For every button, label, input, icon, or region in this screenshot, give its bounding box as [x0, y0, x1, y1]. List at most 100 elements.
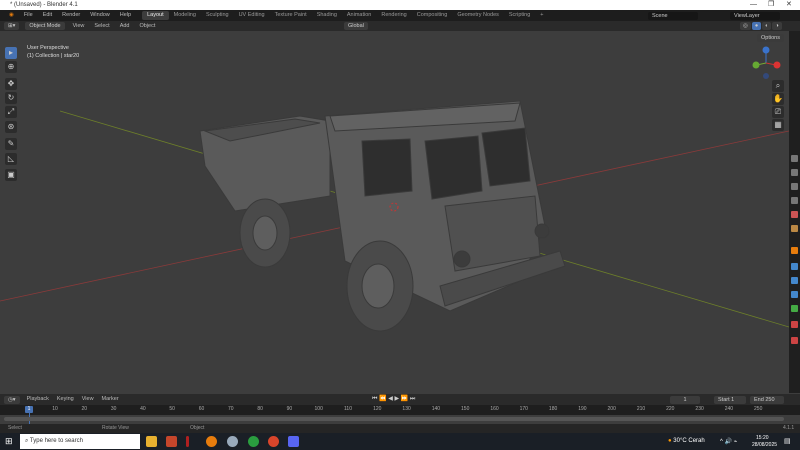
tab-geometry-nodes[interactable]: Geometry Nodes	[452, 11, 504, 20]
annotate-tool-icon[interactable]: ✎	[5, 138, 17, 150]
add-cube-tool-icon[interactable]: ▣	[5, 169, 17, 181]
tab-rendering[interactable]: Rendering	[376, 11, 411, 20]
close-button[interactable]: ✕	[786, 0, 792, 10]
search-placeholder: Type here to search	[29, 438, 83, 444]
menu-keying[interactable]: Keying	[56, 394, 75, 405]
mode-selector[interactable]: Object Mode	[25, 22, 65, 30]
tab-texture-paint[interactable]: Texture Paint	[270, 11, 312, 20]
tab-shading[interactable]: Shading	[312, 11, 342, 20]
tab-sculpting[interactable]: Sculpting	[201, 11, 234, 20]
grid-view-icon[interactable]: ▦	[772, 119, 784, 131]
chrome-icon-2[interactable]	[268, 436, 279, 447]
scene-selector[interactable]: Scene	[648, 11, 698, 20]
blender-logo-icon[interactable]: ◉	[4, 10, 19, 21]
playback-controls[interactable]: ⏮ ⏪ ◀ ▶ ⏩ ⏭	[372, 395, 415, 403]
object-properties-icon[interactable]	[791, 247, 798, 254]
timeline-tick-label: 80	[257, 406, 263, 412]
menu-marker[interactable]: Marker	[101, 394, 120, 405]
timeline-scrollbar[interactable]	[4, 417, 784, 421]
version-label: 4.1.1	[783, 425, 795, 431]
menu-render[interactable]: Render	[57, 10, 85, 21]
notification-icon[interactable]: ▤	[784, 437, 791, 445]
view-layer-selector[interactable]: ViewLayer	[730, 11, 780, 20]
tab-uv-editing[interactable]: UV Editing	[234, 11, 270, 20]
timeline-tick-label: 200	[607, 406, 616, 412]
app-icon[interactable]	[166, 436, 177, 447]
move-tool-icon[interactable]: ✥	[5, 78, 17, 90]
maximize-button[interactable]: ❐	[768, 0, 774, 10]
tray-icons[interactable]: ^ 🔊 ⌁	[720, 438, 737, 445]
3d-viewport[interactable]: User Perspective (1) Collection | star20…	[0, 31, 789, 393]
rendered-shading-icon[interactable]: ◑	[772, 22, 782, 30]
timeline-editor-type[interactable]: ◷▾	[4, 395, 20, 404]
material-properties-icon[interactable]	[791, 321, 798, 328]
pan-hand-icon[interactable]: ✋	[772, 93, 784, 105]
solid-shading-icon[interactable]: ●	[751, 22, 762, 30]
viewport-collection-label: (1) Collection | star20	[27, 53, 80, 59]
wireframe-shading-icon[interactable]: ◎	[740, 22, 751, 30]
timeline-tick-label: 220	[666, 406, 675, 412]
chrome-icon[interactable]	[248, 436, 259, 447]
timeline-tick-label: 90	[286, 406, 293, 412]
frame-cursor[interactable]: 1	[25, 406, 33, 413]
view-layer-properties-icon[interactable]	[791, 197, 798, 204]
rotate-tool-icon[interactable]: ↻	[5, 92, 17, 104]
end-value: 250	[765, 396, 775, 403]
tab-layout[interactable]: Layout	[142, 11, 169, 20]
options-dropdown[interactable]: Options	[757, 34, 784, 42]
clock-date[interactable]: 28/08/2025	[752, 442, 777, 448]
output-properties-icon[interactable]	[791, 183, 798, 190]
menu-window[interactable]: Window	[85, 10, 115, 21]
timeline-ruler[interactable]: 1 10 20 30 40 50 60 70 80 90 100 110 120 130 140 150 16…	[0, 405, 800, 433]
menu-edit[interactable]: Edit	[38, 10, 57, 21]
taskbar-search-box[interactable]: ⌕ Type here to search	[20, 434, 140, 449]
tab-modeling[interactable]: Modeling	[169, 11, 201, 20]
particles-properties-icon[interactable]	[791, 277, 798, 284]
shading-modes[interactable]: ◎ ● ◐ ◑	[740, 22, 782, 30]
app-icon-3[interactable]	[227, 436, 238, 447]
physics-properties-icon[interactable]	[791, 291, 798, 298]
tab-compositing[interactable]: Compositing	[412, 11, 453, 20]
cursor-tool-icon[interactable]: ⊕	[5, 61, 17, 73]
menu-timeline-view[interactable]: View	[81, 394, 95, 405]
weather-widget[interactable]: ● 30°C Cerah	[668, 438, 705, 444]
measure-tool-icon[interactable]: ◺	[5, 153, 17, 165]
scale-tool-icon[interactable]: ⤢	[5, 106, 17, 118]
tool-properties-icon[interactable]	[791, 155, 798, 162]
discord-icon[interactable]	[288, 436, 299, 447]
world-properties-icon[interactable]	[791, 225, 798, 232]
material-shading-icon[interactable]: ◐	[762, 22, 772, 30]
timeline-tick-label: 230	[695, 406, 704, 412]
windows-start-icon[interactable]: ⊞	[5, 436, 13, 447]
transform-tool-icon[interactable]: ⊛	[5, 121, 17, 133]
transform-orientation[interactable]: Global	[344, 22, 368, 30]
texture-properties-icon[interactable]	[791, 337, 798, 344]
minimize-button[interactable]: —	[750, 0, 757, 10]
start-frame-field[interactable]: Start 1	[714, 395, 746, 404]
camera-view-icon[interactable]: ⎚	[772, 106, 784, 118]
blender-taskbar-icon[interactable]	[206, 436, 217, 447]
menu-add[interactable]: Add	[118, 21, 132, 32]
menu-help[interactable]: Help	[115, 10, 136, 21]
tab-animation[interactable]: Animation	[342, 11, 376, 20]
end-frame-field[interactable]: End 250	[750, 395, 784, 404]
timeline-tick-label: 110	[344, 406, 352, 412]
data-properties-icon[interactable]	[791, 305, 798, 312]
render-properties-icon[interactable]	[791, 169, 798, 176]
modifier-properties-icon[interactable]	[791, 263, 798, 270]
menu-select[interactable]: Select	[92, 21, 111, 32]
zoom-icon[interactable]: ⌕	[772, 80, 784, 92]
menu-object[interactable]: Object	[137, 21, 157, 32]
current-frame-field[interactable]: 1	[670, 395, 700, 404]
scene-properties-icon[interactable]	[791, 211, 798, 218]
add-workspace-button[interactable]: +	[535, 11, 548, 20]
app-icon-2[interactable]	[186, 436, 189, 447]
menu-view[interactable]: View	[71, 21, 87, 32]
select-tool-icon[interactable]: ▸	[5, 47, 17, 59]
file-explorer-icon[interactable]	[146, 436, 157, 447]
menu-playback[interactable]: Playback	[26, 394, 50, 405]
tab-scripting[interactable]: Scripting	[504, 11, 535, 20]
menu-file[interactable]: File	[19, 10, 38, 21]
clock-time[interactable]: 15:20	[756, 435, 769, 441]
editor-type-button[interactable]: ⊞▾	[4, 22, 20, 30]
